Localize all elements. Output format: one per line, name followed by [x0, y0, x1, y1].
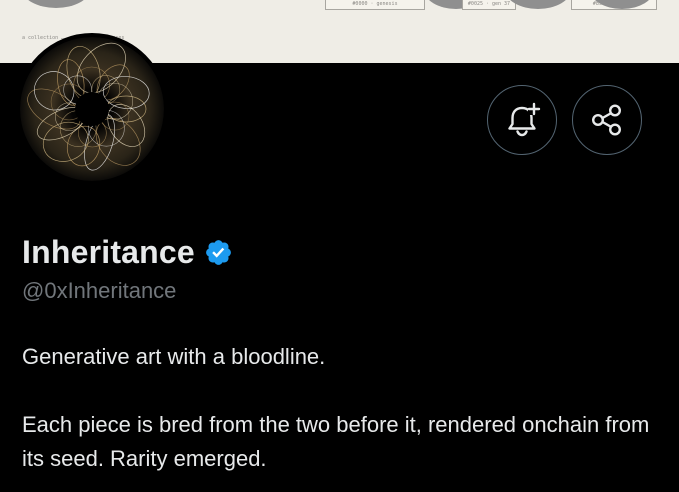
banner-artwork-circle: [22, 0, 90, 8]
display-name: Inheritance: [22, 233, 195, 270]
profile-handle: @0xInheritance: [22, 278, 177, 303]
profile-name-row: Inheritance: [22, 232, 233, 272]
profile-page: #0000 · genesis #0025 · gen 37 #8566 · g…: [0, 0, 679, 492]
avatar-artwork: [20, 37, 164, 181]
banner-tag: #0025 · gen 37: [462, 0, 516, 10]
verified-badge-icon[interactable]: [204, 238, 233, 267]
profile-bio: Generative art with a bloodline. Each pi…: [22, 344, 650, 471]
banner-tag: #0000 · genesis: [325, 0, 425, 10]
avatar[interactable]: [16, 33, 168, 185]
share-icon: [591, 104, 622, 136]
notifications-button[interactable]: [487, 85, 557, 155]
share-button[interactable]: [572, 85, 642, 155]
bell-plus-icon: [508, 102, 541, 137]
